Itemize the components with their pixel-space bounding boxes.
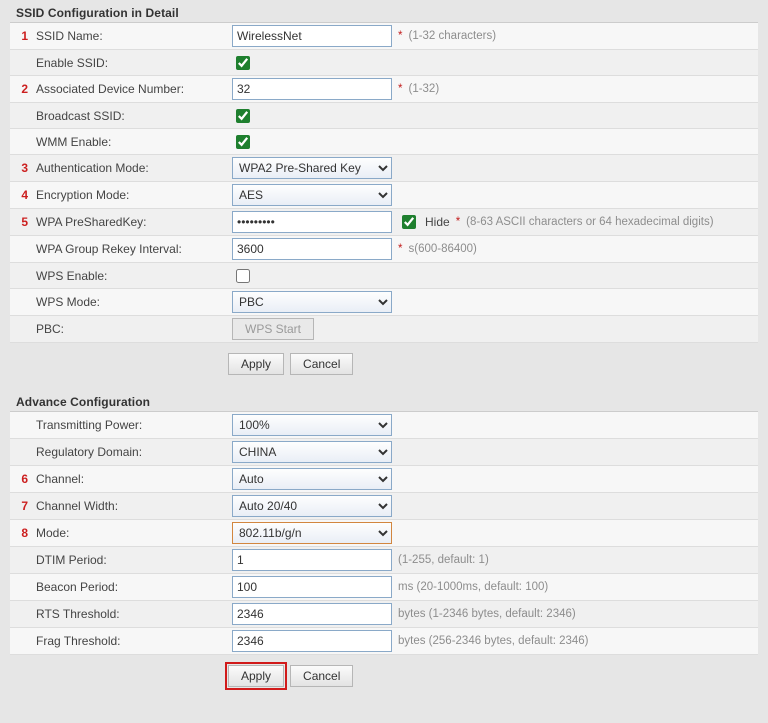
row-channel: 6 Channel: Auto <box>10 466 758 493</box>
field-label: WPS Mode: <box>32 295 232 309</box>
channel-width-select[interactable]: Auto 20/40 <box>232 495 392 517</box>
field-label: Frag Threshold: <box>32 634 232 648</box>
row-number: 7 <box>10 499 32 513</box>
field-label: Associated Device Number: <box>32 82 232 96</box>
row-number: 6 <box>10 472 32 486</box>
required-marker: * <box>398 83 402 95</box>
dtim-input[interactable] <box>232 549 392 571</box>
row-dtim: DTIM Period: (1-255, default: 1) <box>10 547 758 574</box>
row-number: 5 <box>10 215 32 229</box>
field-label: Regulatory Domain: <box>32 445 232 459</box>
field-label: PBC: <box>32 322 232 336</box>
ssid-config-section: SSID Configuration in Detail 1 SSID Name… <box>10 2 758 385</box>
field-hint: (1-32) <box>408 83 439 95</box>
field-label: RTS Threshold: <box>32 607 232 621</box>
hide-psk-checkbox[interactable] <box>402 215 416 229</box>
beacon-input[interactable] <box>232 576 392 598</box>
row-mode: 8 Mode: 802.11b/g/n <box>10 520 758 547</box>
required-marker: * <box>456 216 460 228</box>
row-number: 4 <box>10 188 32 202</box>
enable-ssid-checkbox[interactable] <box>236 56 250 70</box>
row-rts: RTS Threshold: bytes (1-2346 bytes, defa… <box>10 601 758 628</box>
wps-enable-checkbox[interactable] <box>236 269 250 283</box>
mode-select[interactable]: 802.11b/g/n <box>232 522 392 544</box>
row-reg-domain: Regulatory Domain: CHINA <box>10 439 758 466</box>
field-label: Beacon Period: <box>32 580 232 594</box>
field-label: WPA PreSharedKey: <box>32 215 232 229</box>
cancel-button[interactable]: Cancel <box>290 353 353 375</box>
row-tx-power: Transmitting Power: 100% <box>10 412 758 439</box>
field-hint: (1-32 characters) <box>408 30 496 42</box>
apply-button[interactable]: Apply <box>228 665 284 687</box>
assoc-device-input[interactable] <box>232 78 392 100</box>
field-hint: bytes (256-2346 bytes, default: 2346) <box>398 635 589 647</box>
field-hint: bytes (1-2346 bytes, default: 2346) <box>398 608 576 620</box>
row-wps-enable: WPS Enable: <box>10 263 758 289</box>
ssid-action-bar: Apply Cancel <box>10 343 758 385</box>
row-channel-width: 7 Channel Width: Auto 20/40 <box>10 493 758 520</box>
row-beacon: Beacon Period: ms (20-1000ms, default: 1… <box>10 574 758 601</box>
row-wps-mode: WPS Mode: PBC <box>10 289 758 316</box>
row-number: 1 <box>10 29 32 43</box>
field-label: Encryption Mode: <box>32 188 232 202</box>
row-frag: Frag Threshold: bytes (256-2346 bytes, d… <box>10 628 758 655</box>
field-hint: s(600-86400) <box>408 243 476 255</box>
apply-button[interactable]: Apply <box>228 353 284 375</box>
ssid-config-title: SSID Configuration in Detail <box>10 2 758 22</box>
row-enc-mode: 4 Encryption Mode: AES <box>10 182 758 209</box>
reg-domain-select[interactable]: CHINA <box>232 441 392 463</box>
advance-action-bar: Apply Cancel <box>10 655 758 697</box>
advance-config-section: Advance Configuration Transmitting Power… <box>10 391 758 697</box>
channel-select[interactable]: Auto <box>232 468 392 490</box>
row-enable-ssid: Enable SSID: <box>10 50 758 76</box>
wps-mode-select[interactable]: PBC <box>232 291 392 313</box>
rekey-input[interactable] <box>232 238 392 260</box>
field-label: WPS Enable: <box>32 269 232 283</box>
rts-input[interactable] <box>232 603 392 625</box>
row-psk: 5 WPA PreSharedKey: Hide * (8-63 ASCII c… <box>10 209 758 236</box>
tx-power-select[interactable]: 100% <box>232 414 392 436</box>
field-label: Mode: <box>32 526 232 540</box>
field-label: WPA Group Rekey Interval: <box>32 242 232 256</box>
cancel-button[interactable]: Cancel <box>290 665 353 687</box>
required-marker: * <box>398 30 402 42</box>
field-label: Transmitting Power: <box>32 418 232 432</box>
field-label: Authentication Mode: <box>32 161 232 175</box>
wps-start-button[interactable]: WPS Start <box>232 318 314 340</box>
field-label: SSID Name: <box>32 29 232 43</box>
auth-mode-select[interactable]: WPA2 Pre-Shared Key <box>232 157 392 179</box>
row-pbc: PBC: WPS Start <box>10 316 758 343</box>
field-label: Broadcast SSID: <box>32 109 232 123</box>
field-hint: ms (20-1000ms, default: 100) <box>398 581 548 593</box>
broadcast-ssid-checkbox[interactable] <box>236 109 250 123</box>
psk-input[interactable] <box>232 211 392 233</box>
encryption-mode-select[interactable]: AES <box>232 184 392 206</box>
field-label: Channel: <box>32 472 232 486</box>
row-rekey: WPA Group Rekey Interval: * s(600-86400) <box>10 236 758 263</box>
advance-config-title: Advance Configuration <box>10 391 758 411</box>
required-marker: * <box>398 243 402 255</box>
row-broadcast-ssid: Broadcast SSID: <box>10 103 758 129</box>
row-auth-mode: 3 Authentication Mode: WPA2 Pre-Shared K… <box>10 155 758 182</box>
row-assoc-device: 2 Associated Device Number: * (1-32) <box>10 76 758 103</box>
field-label: Channel Width: <box>32 499 232 513</box>
field-label: WMM Enable: <box>32 135 232 149</box>
ssid-name-input[interactable] <box>232 25 392 47</box>
row-number: 2 <box>10 82 32 96</box>
wmm-enable-checkbox[interactable] <box>236 135 250 149</box>
hide-psk-label: Hide <box>425 215 450 229</box>
row-ssid-name: 1 SSID Name: * (1-32 characters) <box>10 23 758 50</box>
row-number: 8 <box>10 526 32 540</box>
field-label: DTIM Period: <box>32 553 232 567</box>
field-hint: (1-255, default: 1) <box>398 554 489 566</box>
row-number: 3 <box>10 161 32 175</box>
frag-input[interactable] <box>232 630 392 652</box>
field-label: Enable SSID: <box>32 56 232 70</box>
row-wmm-enable: WMM Enable: <box>10 129 758 155</box>
field-hint: (8-63 ASCII characters or 64 hexadecimal… <box>466 216 713 228</box>
